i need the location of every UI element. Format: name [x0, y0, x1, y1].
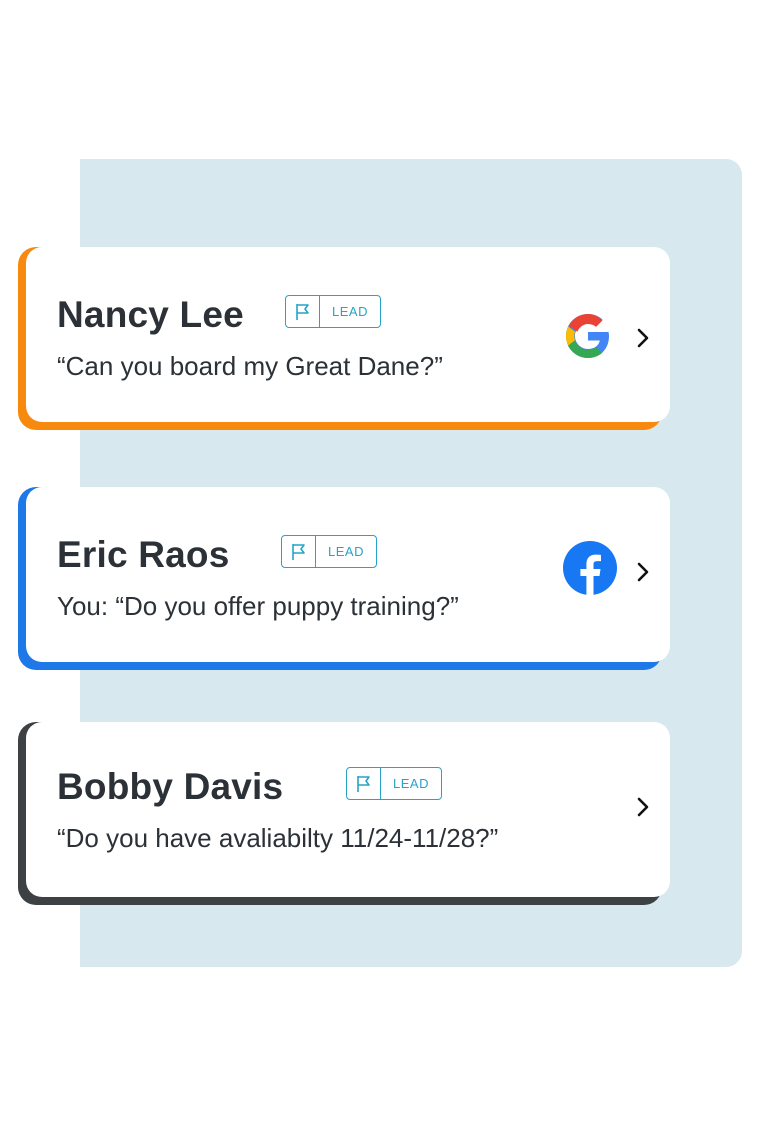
- card-body[interactable]: Nancy Lee LEAD “Can you board my Great D…: [26, 247, 670, 422]
- google-icon: [566, 314, 609, 358]
- lead-name: Nancy Lee: [57, 294, 244, 335]
- lead-card[interactable]: Eric Raos LEAD You: “Do you offer puppy …: [18, 487, 670, 670]
- badge-label: LEAD: [328, 544, 364, 559]
- card-body[interactable]: Bobby Davis LEAD “Do you have avaliabilt…: [26, 722, 670, 897]
- chevron-right-icon[interactable]: [632, 327, 654, 349]
- lead-message: “Do you have avaliabilty 11/24-11/28?”: [57, 823, 499, 853]
- lead-name: Bobby Davis: [57, 766, 284, 807]
- flag-icon: [282, 536, 316, 567]
- badge-label: LEAD: [332, 304, 368, 319]
- lead-badge[interactable]: LEAD: [285, 295, 381, 328]
- lead-name: Eric Raos: [57, 534, 230, 575]
- lead-message: “Can you board my Great Dane?”: [57, 351, 443, 381]
- badge-label: LEAD: [393, 776, 429, 791]
- lead-badge[interactable]: LEAD: [346, 767, 442, 800]
- lead-message: You: “Do you offer puppy training?”: [57, 591, 459, 621]
- card-body[interactable]: Eric Raos LEAD You: “Do you offer puppy …: [26, 487, 670, 662]
- flag-icon: [347, 768, 381, 799]
- lead-card[interactable]: Nancy Lee LEAD “Can you board my Great D…: [18, 247, 670, 430]
- chevron-right-icon[interactable]: [632, 796, 654, 818]
- lead-badge[interactable]: LEAD: [281, 535, 377, 568]
- facebook-icon: [563, 541, 617, 595]
- chevron-right-icon[interactable]: [632, 561, 654, 583]
- flag-icon: [286, 296, 320, 327]
- lead-card[interactable]: Bobby Davis LEAD “Do you have avaliabilt…: [18, 722, 670, 905]
